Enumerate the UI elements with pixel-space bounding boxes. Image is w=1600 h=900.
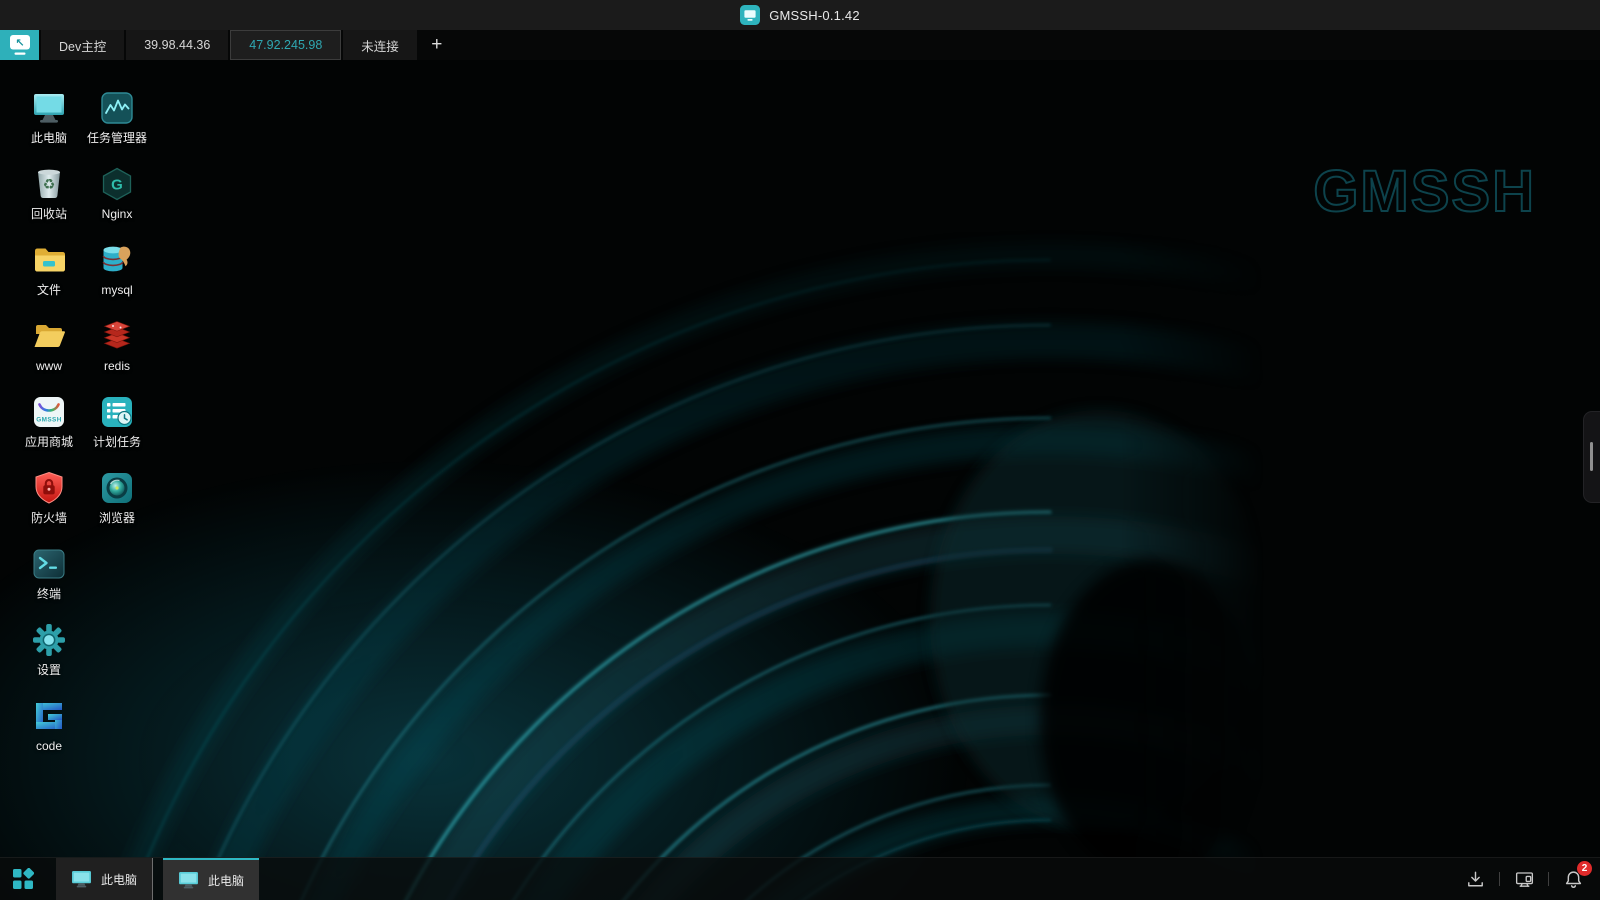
tray-separator xyxy=(1499,872,1500,886)
remote-cursor-icon: ↖ xyxy=(1,30,39,60)
icon-column-2: 任务管理器 G Nginx xyxy=(84,88,150,772)
icon-column-1: 此电脑 ♻ 回收站 xyxy=(16,88,82,772)
folder-icon xyxy=(31,242,67,278)
scheduled-tasks-icon xyxy=(99,394,135,430)
display-button[interactable] xyxy=(1511,866,1537,892)
tab-server-2-active[interactable]: 47.92.245.98 xyxy=(230,30,341,60)
icon-label: 设置 xyxy=(37,664,61,677)
icon-label: 终端 xyxy=(37,588,61,601)
desktop-icon-files[interactable]: 文件 xyxy=(16,240,82,316)
svg-text:GMSSH: GMSSH xyxy=(36,417,61,424)
notifications-button[interactable]: 2 xyxy=(1560,866,1586,892)
side-drawer-handle[interactable] xyxy=(1583,411,1600,503)
tab-dev-master[interactable]: Dev主控 xyxy=(41,30,124,60)
terminal-icon xyxy=(31,546,67,582)
system-tray: 2 xyxy=(1462,858,1600,900)
browser-icon xyxy=(99,470,135,506)
download-button[interactable] xyxy=(1462,866,1488,892)
computer-icon xyxy=(31,90,67,126)
desktop-icon-code[interactable]: code xyxy=(16,696,82,772)
desktop-icon-recycle-bin[interactable]: ♻ 回收站 xyxy=(16,164,82,240)
taskbar-item-this-pc[interactable]: 此电脑 xyxy=(56,858,153,900)
desktop-icon-www[interactable]: www xyxy=(16,316,82,392)
icon-label: Nginx xyxy=(102,208,133,221)
gmssh-watermark: GMSSH xyxy=(1313,158,1536,225)
add-tab-button[interactable]: + xyxy=(417,30,457,60)
desktop-icon-grid: 此电脑 ♻ 回收站 xyxy=(16,88,150,772)
task-manager-icon xyxy=(99,90,135,126)
desktop-icon-scheduled-tasks[interactable]: 计划任务 xyxy=(84,392,150,468)
desktop-icon-nginx[interactable]: G Nginx xyxy=(84,164,150,240)
download-icon xyxy=(1464,868,1487,891)
desktop-icon-settings[interactable]: 设置 xyxy=(16,620,82,696)
icon-label: code xyxy=(36,740,62,753)
desktop-icon-mysql[interactable]: mysql xyxy=(84,240,150,316)
icon-label: 防火墙 xyxy=(31,512,67,525)
gmssh-app-icon xyxy=(740,5,760,25)
drawer-grip-icon xyxy=(1590,442,1593,471)
redis-stack-icon xyxy=(99,318,135,354)
app-store-icon: GMSSH xyxy=(31,394,67,430)
monitor-icon xyxy=(71,870,92,888)
desktop-icon-firewall[interactable]: 防火墙 xyxy=(16,468,82,544)
tab-bar: ↖ Dev主控 39.98.44.36 47.92.245.98 未连接 + xyxy=(0,30,1600,60)
icon-label: mysql xyxy=(101,284,132,297)
icon-label: 文件 xyxy=(37,284,61,297)
icon-label: 此电脑 xyxy=(31,132,67,145)
svg-text:G: G xyxy=(111,177,123,194)
tray-separator xyxy=(1548,872,1549,886)
mysql-database-icon xyxy=(99,242,135,278)
tab-disconnected[interactable]: 未连接 xyxy=(343,30,417,60)
icon-label: www xyxy=(36,360,62,373)
start-menu-button[interactable] xyxy=(0,858,46,900)
plus-icon: + xyxy=(431,34,442,56)
icon-label: 回收站 xyxy=(31,208,67,221)
tab-label: 未连接 xyxy=(361,36,399,55)
tab-label: 39.98.44.36 xyxy=(144,38,210,52)
desktop-icon-this-pc[interactable]: 此电脑 xyxy=(16,88,82,164)
icon-label: 浏览器 xyxy=(99,512,135,525)
icon-label: redis xyxy=(104,360,130,373)
icon-label: 任务管理器 xyxy=(87,132,147,145)
settings-gear-icon xyxy=(31,622,67,658)
desktop-icon-app-store[interactable]: GMSSH 应用商城 xyxy=(16,392,82,468)
tab-server-1[interactable]: 39.98.44.36 xyxy=(126,30,228,60)
desktop-icon-redis[interactable]: redis xyxy=(84,316,150,392)
taskbar-item-label: 此电脑 xyxy=(208,872,244,889)
code-icon xyxy=(31,698,67,734)
firewall-icon xyxy=(31,470,67,506)
desktop-icon-browser[interactable]: 浏览器 xyxy=(84,468,150,544)
titlebar: GMSSH-0.1.42 xyxy=(0,0,1600,30)
icon-label: 应用商城 xyxy=(25,436,73,449)
window-title: GMSSH-0.1.42 xyxy=(769,8,860,23)
tab-label: 47.92.245.98 xyxy=(249,38,322,52)
notification-badge: 2 xyxy=(1577,861,1592,876)
open-folder-icon xyxy=(31,318,67,354)
taskbar: 此电脑 此电脑 xyxy=(0,857,1600,900)
gmssh-window: GMSSH-0.1.42 ↖ Dev主控 39.98.44.36 47.92.2… xyxy=(0,0,1600,900)
monitor-icon xyxy=(178,871,199,889)
nginx-hexagon-icon: G xyxy=(99,166,135,202)
desktop-icon-terminal[interactable]: 终端 xyxy=(16,544,82,620)
taskbar-item-label: 此电脑 xyxy=(101,871,137,888)
tab-label: Dev主控 xyxy=(59,36,106,55)
recycle-bin-icon: ♻ xyxy=(31,166,67,202)
remote-control-button[interactable]: ↖ xyxy=(0,30,39,60)
svg-text:♻: ♻ xyxy=(43,176,56,192)
desktop-icon-task-manager[interactable]: 任务管理器 xyxy=(84,88,150,164)
icon-label: 计划任务 xyxy=(93,436,141,449)
svg-text:↖: ↖ xyxy=(15,38,24,50)
desktop: GMSSH 此电脑 xyxy=(0,60,1600,900)
start-menu-icon xyxy=(12,868,34,890)
display-icon xyxy=(1513,868,1536,891)
taskbar-item-this-pc-active[interactable]: 此电脑 xyxy=(163,858,259,900)
